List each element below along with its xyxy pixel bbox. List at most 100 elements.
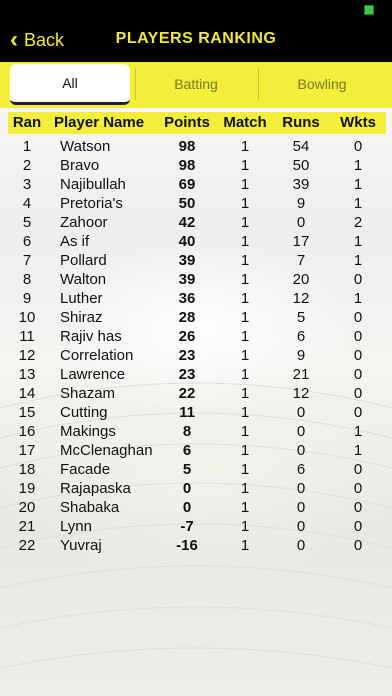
- rank-cell: 5: [22, 214, 32, 231]
- tab-label: All: [62, 75, 78, 91]
- wkts-cell: 0: [353, 347, 363, 364]
- table-row: 9 Luther 36 1 12 1: [8, 289, 386, 308]
- wkts-cell: 1: [353, 176, 363, 193]
- tab-label: Batting: [174, 76, 218, 92]
- runs-cell: 9: [296, 195, 306, 212]
- match-cell: 1: [240, 385, 250, 402]
- runs-cell: 9: [296, 347, 306, 364]
- match-cell: 1: [240, 480, 250, 497]
- ranking-table-area[interactable]: Ran Player Name Points Match Runs Wkts 1…: [0, 108, 392, 696]
- tab-batting[interactable]: Batting: [136, 64, 256, 104]
- column-header-points: Points: [164, 114, 210, 131]
- rank-cell: 3: [22, 176, 32, 193]
- match-cell: 1: [240, 347, 250, 364]
- table-row: 14 Shazam 22 1 12 0: [8, 384, 386, 403]
- points-cell: 11: [179, 404, 195, 421]
- points-cell: 98: [178, 138, 196, 155]
- player-name-cell: McClenaghan: [60, 442, 153, 459]
- rank-cell: 13: [18, 366, 36, 383]
- rank-cell: 12: [18, 347, 36, 364]
- tab-divider: [258, 68, 259, 100]
- match-cell: 1: [240, 138, 250, 155]
- rank-cell: 17: [18, 442, 36, 459]
- rank-cell: 9: [22, 290, 32, 307]
- rank-cell: 6: [22, 233, 32, 250]
- match-cell: 1: [240, 442, 250, 459]
- runs-cell: 6: [296, 461, 306, 478]
- player-name-cell: Watson: [60, 138, 111, 155]
- tab-label: Bowling: [297, 76, 347, 92]
- rank-cell: 20: [18, 499, 36, 516]
- table-row: 6 As if 40 1 17 1: [8, 232, 386, 251]
- runs-cell: 17: [292, 233, 310, 250]
- wkts-cell: 0: [353, 138, 363, 155]
- match-cell: 1: [240, 499, 250, 516]
- player-name-cell: Pretoria's: [60, 195, 123, 212]
- runs-cell: 0: [296, 537, 306, 554]
- points-cell: 98: [178, 157, 196, 174]
- table-row: 4 Pretoria's 50 1 9 1: [8, 194, 386, 213]
- rank-cell: 10: [18, 309, 36, 326]
- rank-cell: 8: [22, 271, 32, 288]
- points-cell: 0: [182, 480, 192, 497]
- rank-cell: 19: [18, 480, 36, 497]
- match-cell: 1: [240, 214, 250, 231]
- match-cell: 1: [240, 195, 250, 212]
- column-header-runs: Runs: [282, 114, 320, 131]
- segment-tabs: All Batting Bowling: [0, 62, 392, 108]
- wkts-cell: 0: [353, 518, 363, 535]
- match-cell: 1: [240, 404, 250, 421]
- match-cell: 1: [240, 518, 250, 535]
- table-row: 5 Zahoor 42 1 0 2: [8, 213, 386, 232]
- runs-cell: 12: [292, 290, 310, 307]
- wkts-cell: 1: [353, 423, 363, 440]
- wkts-cell: 1: [353, 233, 363, 250]
- player-name-cell: Luther: [60, 290, 103, 307]
- rank-cell: 7: [22, 252, 32, 269]
- match-cell: 1: [240, 366, 250, 383]
- table-row: 3 Najibullah 69 1 39 1: [8, 175, 386, 194]
- rank-cell: 11: [19, 328, 35, 345]
- wkts-cell: 0: [353, 366, 363, 383]
- player-name-cell: Facade: [60, 461, 111, 478]
- wkts-cell: 1: [353, 252, 363, 269]
- rank-cell: 18: [18, 461, 36, 478]
- table-row: 10 Shiraz 28 1 5 0: [8, 308, 386, 327]
- wkts-cell: 1: [353, 290, 363, 307]
- tab-bowling[interactable]: Bowling: [260, 64, 384, 104]
- points-cell: 69: [178, 176, 196, 193]
- runs-cell: 6: [296, 328, 306, 345]
- table-row: 20 Shabaka 0 1 0 0: [8, 498, 386, 517]
- match-cell: 1: [240, 290, 250, 307]
- runs-cell: 21: [292, 366, 310, 383]
- wkts-cell: 0: [353, 404, 363, 421]
- runs-cell: 0: [296, 404, 306, 421]
- runs-cell: 0: [296, 214, 306, 231]
- player-name-cell: Rajiv has: [60, 328, 122, 345]
- points-cell: 39: [178, 271, 196, 288]
- table-row: 7 Pollard 39 1 7 1: [8, 251, 386, 270]
- table-row: 16 Makings 8 1 0 1: [8, 422, 386, 441]
- match-cell: 1: [240, 461, 250, 478]
- wkts-cell: 0: [353, 271, 363, 288]
- runs-cell: 0: [296, 480, 306, 497]
- match-cell: 1: [240, 233, 250, 250]
- wkts-cell: 0: [353, 499, 363, 516]
- player-name-cell: Cutting: [60, 404, 108, 421]
- wkts-cell: 0: [353, 461, 363, 478]
- runs-cell: 12: [292, 385, 310, 402]
- battery-icon: [364, 5, 374, 15]
- rank-cell: 2: [22, 157, 32, 174]
- column-header-wkts: Wkts: [340, 114, 376, 131]
- player-name-cell: Rajapaska: [60, 480, 131, 497]
- wkts-cell: 1: [353, 442, 363, 459]
- tab-all[interactable]: All: [10, 64, 130, 105]
- player-name-cell: Lawrence: [60, 366, 126, 383]
- table-row: 1 Watson 98 1 54 0: [8, 137, 386, 156]
- points-cell: -16: [176, 537, 198, 554]
- match-cell: 1: [240, 423, 250, 440]
- match-cell: 1: [240, 176, 250, 193]
- table-header: Ran Player Name Points Match Runs Wkts: [8, 112, 386, 134]
- wkts-cell: 0: [353, 309, 363, 326]
- points-cell: 23: [178, 366, 196, 383]
